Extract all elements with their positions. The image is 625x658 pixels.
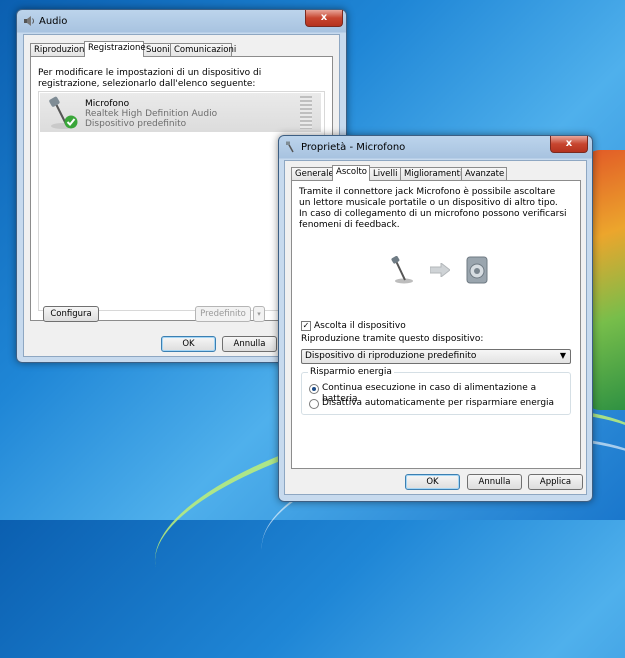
chevron-down-icon: ▾ bbox=[257, 310, 261, 318]
audio-window-titlebar[interactable]: Audio bbox=[23, 14, 67, 30]
audio-tabbar: Riproduzione Registrazione Suoni Comunic… bbox=[30, 41, 330, 57]
tab-riproduzione[interactable]: Riproduzione bbox=[30, 43, 90, 56]
properties-close-button[interactable]: x bbox=[550, 136, 588, 153]
listen-description: Tramite il connettore jack Microfono è p… bbox=[299, 187, 567, 230]
listen-checkbox-label[interactable]: Ascolta il dispositivo bbox=[314, 321, 406, 332]
audio-cancel-button[interactable]: Annulla bbox=[222, 336, 277, 352]
listen-checkbox[interactable]: ✓ bbox=[301, 321, 311, 331]
power-saving-title: Risparmio energia bbox=[308, 367, 394, 378]
tab-generale[interactable]: Generale bbox=[291, 167, 334, 180]
tab-comunicazioni[interactable]: Comunicazioni bbox=[170, 43, 236, 56]
playback-device-select[interactable]: Dispositivo di riproduzione predefinito … bbox=[301, 349, 571, 364]
properties-window-titlebar[interactable]: Proprietà - Microfono bbox=[285, 140, 405, 156]
properties-cancel-button[interactable]: Annulla bbox=[467, 474, 522, 490]
listen-diagram bbox=[390, 256, 490, 286]
arrow-right-icon bbox=[430, 263, 450, 277]
set-default-dropdown-button[interactable]: ▾ bbox=[253, 306, 265, 322]
tab-avanzate[interactable]: Avanzate bbox=[461, 167, 507, 180]
radio-auto-disable-label[interactable]: Disattiva automaticamente per risparmiar… bbox=[322, 398, 554, 409]
tab-registrazione[interactable]: Registrazione bbox=[84, 41, 146, 57]
properties-tabbar: Generale Ascolto Livelli Miglioramenti A… bbox=[291, 165, 581, 181]
chevron-down-icon: ▼ bbox=[559, 351, 566, 360]
set-default-button[interactable]: Predefinito bbox=[195, 306, 251, 322]
microphone-icon bbox=[46, 96, 80, 130]
tab-miglioramenti[interactable]: Miglioramenti bbox=[400, 167, 462, 180]
power-saving-group: Risparmio energia Continua esecuzione in… bbox=[301, 367, 571, 415]
tab-ascolto[interactable]: Ascolto bbox=[332, 165, 370, 181]
microphone-source-icon bbox=[391, 256, 413, 284]
radio-auto-disable[interactable] bbox=[309, 399, 319, 409]
tab-livelli[interactable]: Livelli bbox=[369, 167, 401, 180]
properties-window: Proprietà - Microfono x Generale Ascolto… bbox=[278, 135, 593, 502]
device-row-microfono[interactable]: Microfono Realtek High Definition Audio … bbox=[40, 93, 321, 132]
configure-button[interactable]: Configura bbox=[43, 306, 99, 322]
microphone-small-icon bbox=[285, 141, 297, 153]
properties-window-title: Proprietà - Microfono bbox=[301, 142, 406, 153]
device-status: Dispositivo predefinito bbox=[85, 119, 187, 129]
audio-window-title: Audio bbox=[39, 16, 68, 27]
tab-suoni[interactable]: Suoni bbox=[142, 43, 172, 56]
audio-close-button[interactable]: x bbox=[305, 10, 343, 27]
audio-instruction: Per modificare le impostazioni di un dis… bbox=[38, 68, 262, 89]
playback-device-value: Dispositivo di riproduzione predefinito bbox=[305, 351, 477, 361]
speaker-icon bbox=[23, 15, 35, 27]
speaker-output-icon bbox=[466, 256, 488, 284]
audio-ok-button[interactable]: OK bbox=[161, 336, 216, 352]
properties-apply-button[interactable]: Applica bbox=[528, 474, 583, 490]
level-meter bbox=[300, 96, 312, 129]
properties-client-area: Generale Ascolto Livelli Miglioramenti A… bbox=[284, 160, 587, 495]
properties-ok-button[interactable]: OK bbox=[405, 474, 460, 490]
playback-device-label: Riproduzione tramite questo dispositivo: bbox=[301, 334, 484, 344]
radio-keep-running[interactable] bbox=[309, 384, 319, 394]
properties-tab-panel: Tramite il connettore jack Microfono è p… bbox=[291, 180, 581, 469]
